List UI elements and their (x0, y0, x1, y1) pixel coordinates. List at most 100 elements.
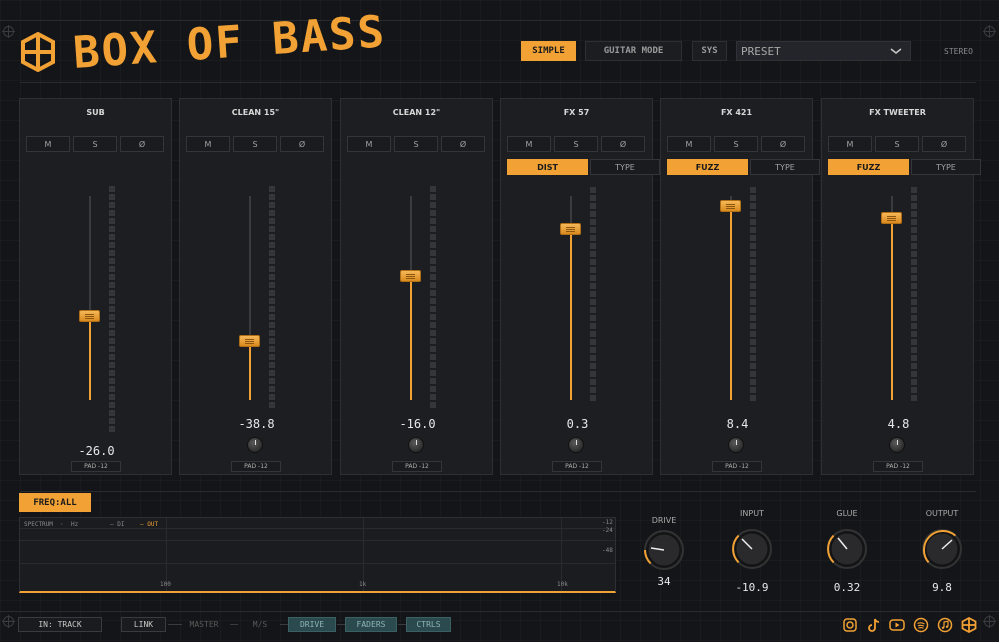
fx-type-button[interactable]: TYPE (911, 159, 981, 175)
mute-button[interactable]: M (507, 136, 551, 152)
phase-button[interactable]: Ø (120, 136, 164, 152)
meter-segment (109, 186, 115, 192)
trim-knob[interactable] (408, 437, 424, 453)
level-meter (109, 186, 115, 434)
output-knob[interactable] (921, 528, 963, 570)
fx-type-button[interactable]: TYPE (750, 159, 820, 175)
trim-knob[interactable] (568, 437, 584, 453)
pad-button[interactable]: PAD -12 (392, 461, 442, 472)
instagram-icon[interactable] (842, 617, 858, 633)
meter-segment (269, 402, 275, 408)
pad-button[interactable]: PAD -12 (552, 461, 602, 472)
meter-segment (269, 354, 275, 360)
preset-dropdown[interactable]: PRESET (736, 41, 911, 61)
fader-handle[interactable] (560, 222, 581, 235)
ms-button[interactable]: M/S (244, 617, 276, 632)
meter-segment (911, 195, 917, 201)
meter-segment (911, 283, 917, 289)
trim-knob[interactable] (728, 437, 744, 453)
solo-button[interactable]: S (394, 136, 438, 152)
trim-knob[interactable] (889, 437, 905, 453)
drive-knob[interactable] (643, 529, 685, 571)
mode-guitar-button[interactable]: GUITAR MODE (585, 41, 682, 61)
fx-mode-button[interactable]: FUZZ (667, 159, 748, 175)
fader-handle[interactable] (881, 212, 902, 225)
solo-button[interactable]: S (233, 136, 277, 152)
level-meter (911, 187, 917, 409)
phase-button[interactable]: Ø (601, 136, 645, 152)
link-button[interactable]: LINK (121, 617, 166, 632)
phase-button[interactable]: Ø (761, 136, 805, 152)
phase-button[interactable]: Ø (922, 136, 966, 152)
meter-segment (750, 323, 756, 329)
channel-name: CLEAN 12" (392, 108, 441, 117)
faders-toggle[interactable]: FADERS (345, 617, 397, 632)
meter-segment (430, 258, 436, 264)
phase-button[interactable]: Ø (441, 136, 485, 152)
pad-button[interactable]: PAD -12 (712, 461, 762, 472)
fx-type-button[interactable]: TYPE (590, 159, 660, 175)
solo-button[interactable]: S (714, 136, 758, 152)
sys-button[interactable]: SYS (692, 41, 727, 61)
pad-button[interactable]: PAD -12 (231, 461, 281, 472)
meter-segment (590, 235, 596, 241)
mute-button[interactable]: M (347, 136, 391, 152)
meter-segment (590, 371, 596, 377)
spectrum-label: SPECTRUM (24, 521, 53, 528)
solo-button[interactable]: S (554, 136, 598, 152)
input-knob-group: INPUT (717, 509, 787, 518)
apple-music-icon[interactable] (937, 617, 953, 633)
meter-segment (109, 274, 115, 280)
trim-knob[interactable] (247, 437, 263, 453)
output-mode-label[interactable]: STEREO (944, 47, 973, 56)
input-knob[interactable] (731, 528, 773, 570)
fader-handle[interactable] (400, 269, 421, 282)
youtube-icon[interactable] (889, 617, 905, 633)
mute-button[interactable]: M (26, 136, 70, 152)
meter-segment (911, 291, 917, 297)
phase-button[interactable]: Ø (280, 136, 324, 152)
fader-handle[interactable] (239, 334, 260, 347)
meter-segment (109, 362, 115, 368)
meter-segment (911, 187, 917, 193)
meter-segment (750, 275, 756, 281)
spotify-icon[interactable] (913, 617, 929, 633)
input-track-button[interactable]: IN: TRACK (18, 617, 102, 632)
meter-segment (269, 322, 275, 328)
mute-button[interactable]: M (667, 136, 711, 152)
solo-button[interactable]: S (875, 136, 919, 152)
meter-segment (911, 347, 917, 353)
mode-simple-button[interactable]: SIMPLE (521, 41, 576, 61)
brand-logo-icon[interactable] (961, 617, 977, 633)
meter-segment (109, 410, 115, 416)
master-button[interactable]: MASTER (184, 617, 224, 632)
meter-segment (590, 323, 596, 329)
meter-segment (430, 298, 436, 304)
meter-segment (750, 363, 756, 369)
meter-segment (269, 290, 275, 296)
solo-button[interactable]: S (73, 136, 117, 152)
brand-logo-icon (21, 32, 55, 72)
fx-mode-button[interactable]: DIST (507, 159, 588, 175)
fx-mode-button[interactable]: FUZZ (828, 159, 909, 175)
meter-segment (430, 226, 436, 232)
pad-button[interactable]: PAD -12 (71, 461, 121, 472)
mute-button[interactable]: M (186, 136, 230, 152)
drive-toggle[interactable]: DRIVE (288, 617, 336, 632)
ctrls-toggle[interactable]: CTRLS (406, 617, 451, 632)
meter-segment (590, 307, 596, 313)
fader-handle[interactable] (79, 310, 100, 323)
meter-segment (269, 242, 275, 248)
mute-button[interactable]: M (828, 136, 872, 152)
fader-handle[interactable] (720, 200, 741, 213)
tiktok-icon[interactable] (866, 617, 882, 633)
pad-button[interactable]: PAD -12 (873, 461, 923, 472)
meter-segment (750, 195, 756, 201)
channel-value: 4.8 (887, 417, 910, 431)
meter-segment (269, 274, 275, 280)
meter-segment (750, 187, 756, 193)
meter-segment (430, 370, 436, 376)
freq-all-button[interactable]: FREQ:ALL (19, 493, 91, 512)
glue-knob[interactable] (826, 528, 868, 570)
meter-segment (269, 346, 275, 352)
